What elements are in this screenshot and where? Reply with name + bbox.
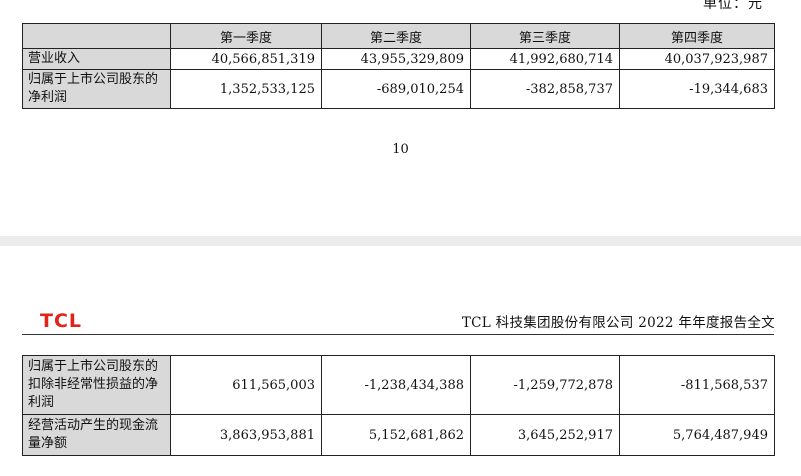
operating-cash-flow-q1: 3,863,953,881 — [170, 414, 322, 456]
header-rule — [22, 334, 774, 335]
report-title: TCL 科技集团股份有限公司 2022 年年度报告全文 — [461, 315, 775, 331]
net-profit-q1: 1,352,533,125 — [170, 69, 322, 109]
revenue-q3: 41,992,680,714 — [470, 48, 620, 70]
revenue-q2: 43,955,329,809 — [321, 48, 471, 70]
quarterly-table-top: 第一季度 第二季度 第三季度 第四季度 营业收入 40,566,851,319 … — [22, 23, 775, 109]
row-label-net-profit: 归属于上市公司股东的净利润 — [22, 69, 171, 109]
page-number: 10 — [392, 142, 409, 157]
table-row: 营业收入 40,566,851,319 43,955,329,809 41,99… — [22, 48, 775, 70]
header-q4: 第四季度 — [619, 23, 775, 49]
net-profit-q3: -382,858,737 — [470, 69, 620, 109]
quarterly-table-bottom: 归属于上市公司股东的扣除非经常性损益的净利润 611,565,003 -1,23… — [22, 355, 775, 456]
operating-cash-flow-q3: 3,645,252,917 — [470, 414, 620, 456]
header-blank-cell — [22, 23, 171, 49]
adjusted-net-profit-q2: -1,238,434,388 — [321, 355, 471, 415]
row-label-operating-cash-flow: 经营活动产生的现金流量净额 — [22, 414, 171, 456]
table-row: 经营活动产生的现金流量净额 3,863,953,881 5,152,681,86… — [22, 414, 775, 456]
revenue-q1: 40,566,851,319 — [170, 48, 322, 70]
header-q3: 第三季度 — [470, 23, 620, 49]
revenue-q4: 40,037,923,987 — [619, 48, 775, 70]
unit-label: 单位：元 — [703, 0, 763, 12]
page-divider — [0, 236, 801, 246]
tcl-logo: TCL — [40, 310, 83, 332]
adjusted-net-profit-q4: -811,568,537 — [619, 355, 775, 415]
table-row: 归属于上市公司股东的扣除非经常性损益的净利润 611,565,003 -1,23… — [22, 355, 775, 415]
net-profit-q2: -689,010,254 — [321, 69, 471, 109]
header-q2: 第二季度 — [321, 23, 471, 49]
adjusted-net-profit-q3: -1,259,772,878 — [470, 355, 620, 415]
table-row: 归属于上市公司股东的净利润 1,352,533,125 -689,010,254… — [22, 69, 775, 109]
header-q1: 第一季度 — [170, 23, 322, 49]
operating-cash-flow-q2: 5,152,681,862 — [321, 414, 471, 456]
row-label-adjusted-net-profit: 归属于上市公司股东的扣除非经常性损益的净利润 — [22, 355, 171, 415]
table-header-row: 第一季度 第二季度 第三季度 第四季度 — [22, 23, 775, 49]
operating-cash-flow-q4: 5,764,487,949 — [619, 414, 775, 456]
row-label-revenue: 营业收入 — [22, 48, 171, 70]
net-profit-q4: -19,344,683 — [619, 69, 775, 109]
adjusted-net-profit-q1: 611,565,003 — [170, 355, 322, 415]
